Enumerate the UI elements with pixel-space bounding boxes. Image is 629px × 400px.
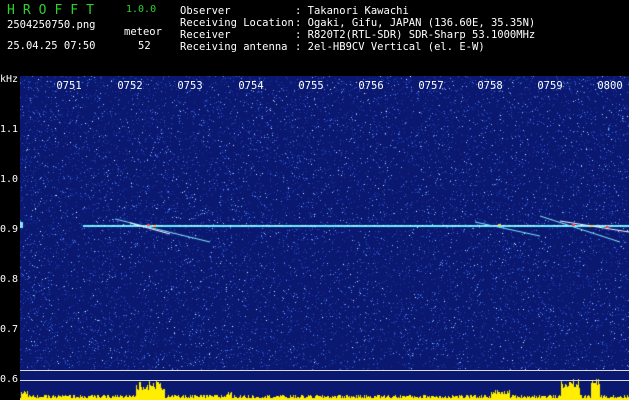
location-value: : Ogaki, Gifu, JAPAN (136.60E, 35.35N): [295, 17, 536, 29]
observer-value: : Takanori Kawachi: [295, 5, 409, 17]
filename: 2504250750.png: [7, 19, 96, 31]
app-version: 1.0.0: [126, 4, 157, 15]
x-tick-label: 0755: [298, 80, 324, 92]
histogram-mid-line: [20, 380, 629, 381]
x-tick-label: 0758: [477, 80, 503, 92]
y-tick-label: 0.7: [0, 324, 19, 335]
receiver-label: Receiver: [180, 29, 231, 41]
x-tick-label: 0753: [177, 80, 203, 92]
spectrogram: [20, 76, 629, 400]
location-label: Receiving Location: [180, 17, 294, 29]
antenna-value: : 2el-HB9CV Vertical (el. E-W): [295, 41, 485, 53]
histogram-top-line: [20, 370, 629, 371]
receiver-value: : R820T2(RTL-SDR) SDR-Sharp 53.1000MHz: [295, 29, 536, 41]
y-tick-label: 1.1: [0, 124, 19, 135]
x-tick-label: 0756: [358, 80, 384, 92]
x-tick-label: 0757: [418, 80, 444, 92]
observer-label: Observer: [180, 5, 231, 17]
x-tick-label: 0759: [537, 80, 563, 92]
y-axis-unit: kHz: [0, 74, 19, 85]
y-tick-label: 0.6: [0, 374, 19, 385]
y-tick-label: 0.9: [0, 224, 19, 235]
y-tick-label: 0.8: [0, 274, 19, 285]
x-tick-label: 0754: [238, 80, 264, 92]
meteor-count: 52: [138, 40, 151, 52]
datetime: 25.04.25 07:50: [7, 40, 96, 52]
header-panel: HROFFT 1.0.0 2504250750.png 25.04.25 07:…: [0, 0, 629, 76]
x-tick-label: 0751: [56, 80, 82, 92]
y-tick-label: 1.0: [0, 174, 19, 185]
x-tick-label: 0752: [117, 80, 143, 92]
app-brand: HROFFT: [7, 3, 102, 18]
antenna-label: Receiving antenna: [180, 41, 288, 53]
meteor-label: meteor: [124, 26, 162, 38]
spectrogram-canvas: [20, 76, 629, 400]
x-tick-label: 0800: [597, 80, 623, 92]
